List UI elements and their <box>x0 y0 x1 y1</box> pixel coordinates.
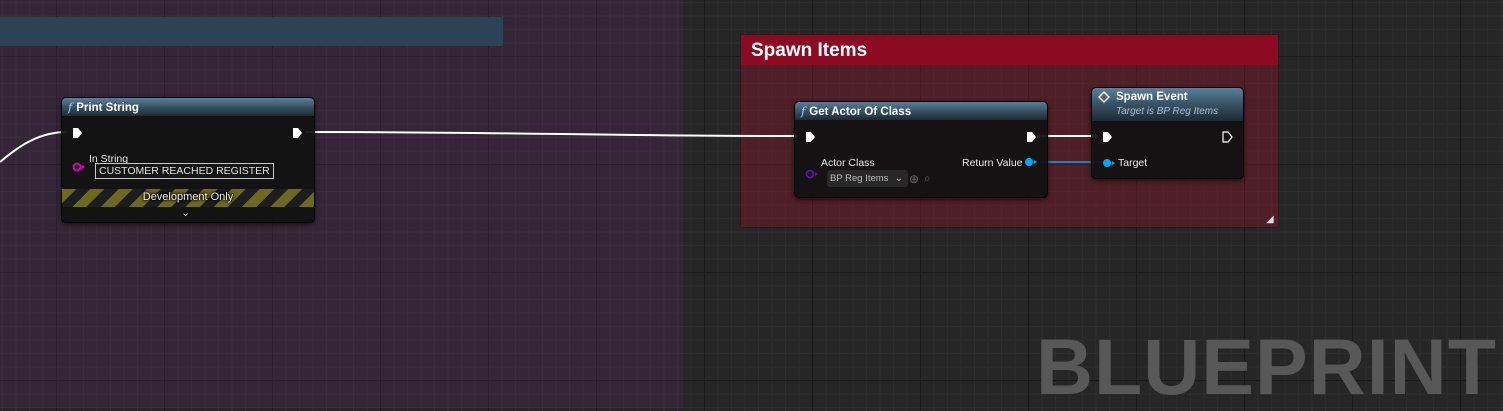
event-diamond-icon <box>1098 91 1110 103</box>
search-icon[interactable]: ⌕ <box>924 172 931 184</box>
browse-to-asset-icon[interactable]: ⊕ <box>909 173 919 185</box>
return-value-label: Return Value <box>962 157 1023 169</box>
target-label: Target <box>1118 157 1148 169</box>
chevron-down-icon[interactable]: ⌄ <box>181 206 190 219</box>
exec-output-pin-unconnected[interactable] <box>1222 131 1233 143</box>
actor-class-dropdown[interactable]: BP Reg Items ⌄ <box>827 170 908 187</box>
node-header-spawn-event[interactable]: Spawn Event Target is BP Reg Items <box>1092 88 1243 121</box>
blueprint-watermark: BLUEPRINT <box>1035 322 1497 411</box>
exec-input-pin[interactable] <box>72 127 83 139</box>
exec-input-pin[interactable] <box>1102 131 1113 143</box>
function-f-icon: f <box>801 104 806 118</box>
target-pin-icon[interactable] <box>1102 158 1116 168</box>
in-string-value-field[interactable]: CUSTOMER REACHED REGISTER <box>95 163 274 179</box>
spawn-event-title: Spawn Event <box>1116 91 1188 103</box>
node-header-print-string[interactable]: f Print String <box>62 98 314 116</box>
comment-title[interactable]: Spawn Items <box>741 35 1278 65</box>
exec-wire-print-to-get-actor <box>304 131 799 137</box>
collapsed-comment-bar[interactable] <box>0 17 503 46</box>
node-get-actor-of-class[interactable]: f Get Actor Of Class Actor Class Return V… <box>794 101 1048 198</box>
node-spawn-event[interactable]: Spawn Event Target is BP Reg Items Targe… <box>1091 87 1244 179</box>
exec-output-pin[interactable] <box>1026 131 1037 143</box>
development-only-label: Development Only <box>142 191 234 203</box>
node-header-get-actor-of-class[interactable]: f Get Actor Of Class <box>795 102 1047 120</box>
function-f-icon: f <box>68 100 73 114</box>
class-pin-icon[interactable] <box>805 169 819 179</box>
resize-grip-icon[interactable]: ◢ <box>1266 215 1276 225</box>
return-value-pin-icon[interactable] <box>1024 157 1038 167</box>
node-print-string[interactable]: f Print String In String CUSTOMER REACHED… <box>61 97 315 223</box>
actor-class-label: Actor Class <box>821 157 875 169</box>
exec-wire-in <box>0 131 68 163</box>
chevron-down-icon: ⌄ <box>894 173 903 184</box>
exec-output-pin[interactable] <box>292 127 303 139</box>
string-pin-icon[interactable] <box>72 162 86 172</box>
spawn-event-subtitle: Target is BP Reg Items <box>1116 106 1219 117</box>
exec-input-pin[interactable] <box>805 131 816 143</box>
